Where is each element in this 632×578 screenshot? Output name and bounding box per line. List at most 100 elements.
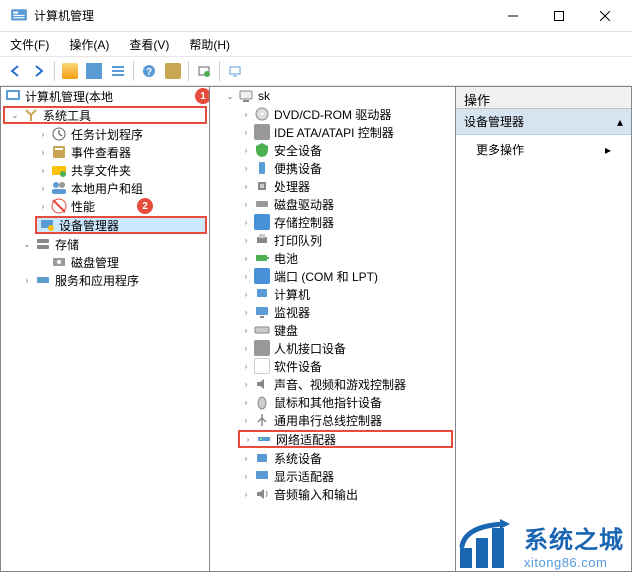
dev-print[interactable]: ›打印队列 bbox=[210, 231, 455, 249]
device-tree-pane[interactable]: ⌄ sk ›DVD/CD-ROM 驱动器 ›IDE ATA/ATAPI 控制器 … bbox=[210, 86, 455, 572]
dev-hid[interactable]: ›人机接口设备 bbox=[210, 339, 455, 357]
show-hide-button[interactable] bbox=[59, 60, 81, 82]
tree-local-users[interactable]: › 本地用户和组 bbox=[1, 179, 209, 197]
dev-processor[interactable]: ›处理器 bbox=[210, 177, 455, 195]
back-button[interactable] bbox=[4, 60, 26, 82]
dev-keyboard[interactable]: ›键盘 bbox=[210, 321, 455, 339]
dev-monitor[interactable]: ›监视器 bbox=[210, 303, 455, 321]
dev-system[interactable]: ›系统设备 bbox=[210, 449, 455, 467]
expand-icon[interactable]: › bbox=[37, 182, 49, 194]
dev-ports[interactable]: ›端口 (COM 和 LPT) bbox=[210, 267, 455, 285]
cpu-icon bbox=[254, 178, 270, 194]
list-button[interactable] bbox=[107, 60, 129, 82]
monitor-button[interactable] bbox=[224, 60, 246, 82]
speaker-icon bbox=[254, 376, 270, 392]
dev-software[interactable]: ›软件设备 bbox=[210, 357, 455, 375]
content: 计算机管理(本地 1 ⌄ 系统工具 › 任务计划程序 › 事件查看器 › 共享文… bbox=[0, 86, 632, 572]
maximize-button[interactable] bbox=[536, 0, 582, 32]
tree-storage[interactable]: ⌄ 存储 bbox=[1, 235, 209, 253]
forward-button[interactable] bbox=[28, 60, 50, 82]
expand-icon[interactable]: › bbox=[21, 274, 33, 286]
printer-icon bbox=[254, 232, 270, 248]
software-icon bbox=[254, 358, 270, 374]
tree-disk-mgmt[interactable]: 磁盘管理 bbox=[1, 253, 209, 271]
tree-device-manager[interactable]: 设备管理器 bbox=[35, 216, 207, 234]
badge-2: 2 bbox=[137, 198, 153, 214]
clock-icon bbox=[51, 126, 67, 142]
performance-icon bbox=[51, 198, 67, 214]
tree-task-scheduler[interactable]: › 任务计划程序 bbox=[1, 125, 209, 143]
window-title: 计算机管理 bbox=[34, 7, 490, 24]
menu-view[interactable]: 查看(V) bbox=[123, 34, 175, 55]
expand-icon[interactable]: › bbox=[37, 164, 49, 176]
computer-mgmt-icon bbox=[5, 88, 21, 104]
folder-share-icon bbox=[51, 162, 67, 178]
left-tree-pane[interactable]: 计算机管理(本地 1 ⌄ 系统工具 › 任务计划程序 › 事件查看器 › 共享文… bbox=[0, 86, 210, 572]
dev-sound[interactable]: ›声音、视频和游戏控制器 bbox=[210, 375, 455, 393]
menu-file[interactable]: 文件(F) bbox=[4, 34, 55, 55]
dev-computer[interactable]: ›计算机 bbox=[210, 285, 455, 303]
action-header: 操作 bbox=[456, 87, 631, 109]
scan-button[interactable] bbox=[193, 60, 215, 82]
storage-icon bbox=[35, 236, 51, 252]
minimize-button[interactable] bbox=[490, 0, 536, 32]
menu-action[interactable]: 操作(A) bbox=[63, 34, 115, 55]
event-icon bbox=[51, 144, 67, 160]
watermark-cn: 系统之城 bbox=[524, 520, 624, 555]
submenu-icon: ▸ bbox=[605, 143, 611, 157]
hdd-icon bbox=[254, 196, 270, 212]
close-button[interactable] bbox=[582, 0, 628, 32]
dev-dvd[interactable]: ›DVD/CD-ROM 驱动器 bbox=[210, 105, 455, 123]
menubar: 文件(F) 操作(A) 查看(V) 帮助(H) bbox=[0, 32, 632, 56]
tree-performance[interactable]: › 性能 2 bbox=[1, 197, 209, 215]
dev-battery[interactable]: ›电池 bbox=[210, 249, 455, 267]
dev-storage-ctrl[interactable]: ›存储控制器 bbox=[210, 213, 455, 231]
dev-ide[interactable]: ›IDE ATA/ATAPI 控制器 bbox=[210, 123, 455, 141]
storage-ctrl-icon bbox=[254, 214, 270, 230]
dev-mouse[interactable]: ›鼠标和其他指针设备 bbox=[210, 393, 455, 411]
users-icon bbox=[51, 180, 67, 196]
properties-button[interactable] bbox=[162, 60, 184, 82]
dev-security[interactable]: ›安全设备 bbox=[210, 141, 455, 159]
expand-icon[interactable]: › bbox=[37, 146, 49, 158]
network-icon bbox=[256, 431, 272, 447]
toolbar: ? bbox=[0, 56, 632, 86]
pane-button[interactable] bbox=[83, 60, 105, 82]
tree-shared-folders[interactable]: › 共享文件夹 bbox=[1, 161, 209, 179]
dev-display[interactable]: ›显示适配器 bbox=[210, 467, 455, 485]
tree-services[interactable]: › 服务和应用程序 bbox=[1, 271, 209, 289]
display-icon bbox=[254, 468, 270, 484]
expand-icon[interactable]: › bbox=[37, 200, 49, 212]
expand-icon[interactable]: ⌄ bbox=[224, 90, 236, 102]
tree-event-viewer[interactable]: › 事件查看器 bbox=[1, 143, 209, 161]
help-button[interactable]: ? bbox=[138, 60, 160, 82]
watermark: 系统之城 xitong86.com bbox=[456, 518, 624, 572]
menu-help[interactable]: 帮助(H) bbox=[183, 34, 236, 55]
dev-usb[interactable]: 3 ›通用串行总线控制器 bbox=[210, 411, 455, 429]
collapse-icon[interactable]: ▴ bbox=[617, 115, 623, 129]
dev-root[interactable]: ⌄ sk bbox=[210, 87, 455, 105]
dev-audio[interactable]: ›音频输入和输出 bbox=[210, 485, 455, 503]
audio-icon bbox=[254, 486, 270, 502]
expand-icon[interactable]: ⌄ bbox=[21, 238, 33, 250]
portable-icon bbox=[254, 160, 270, 176]
titlebar: 计算机管理 bbox=[0, 0, 632, 32]
battery-icon bbox=[254, 250, 270, 266]
disk-icon bbox=[51, 254, 67, 270]
pc-icon bbox=[254, 286, 270, 302]
action-group[interactable]: 设备管理器 ▴ bbox=[456, 109, 631, 135]
expand-icon[interactable]: ⌄ bbox=[9, 109, 21, 121]
expand-icon[interactable]: › bbox=[37, 128, 49, 140]
shield-icon bbox=[254, 142, 270, 158]
tree-root[interactable]: 计算机管理(本地 1 bbox=[1, 87, 209, 105]
dev-portable[interactable]: ›便携设备 bbox=[210, 159, 455, 177]
tools-icon bbox=[23, 107, 39, 123]
usb-icon bbox=[254, 412, 270, 428]
svg-text:?: ? bbox=[146, 67, 152, 78]
keyboard-icon bbox=[254, 322, 270, 338]
dev-network[interactable]: ›网络适配器 bbox=[238, 430, 453, 448]
tree-system-tools[interactable]: ⌄ 系统工具 bbox=[3, 106, 207, 124]
action-more[interactable]: 更多操作 ▸ bbox=[456, 135, 631, 164]
dev-disk[interactable]: ›磁盘驱动器 bbox=[210, 195, 455, 213]
device-mgr-icon bbox=[39, 217, 55, 233]
